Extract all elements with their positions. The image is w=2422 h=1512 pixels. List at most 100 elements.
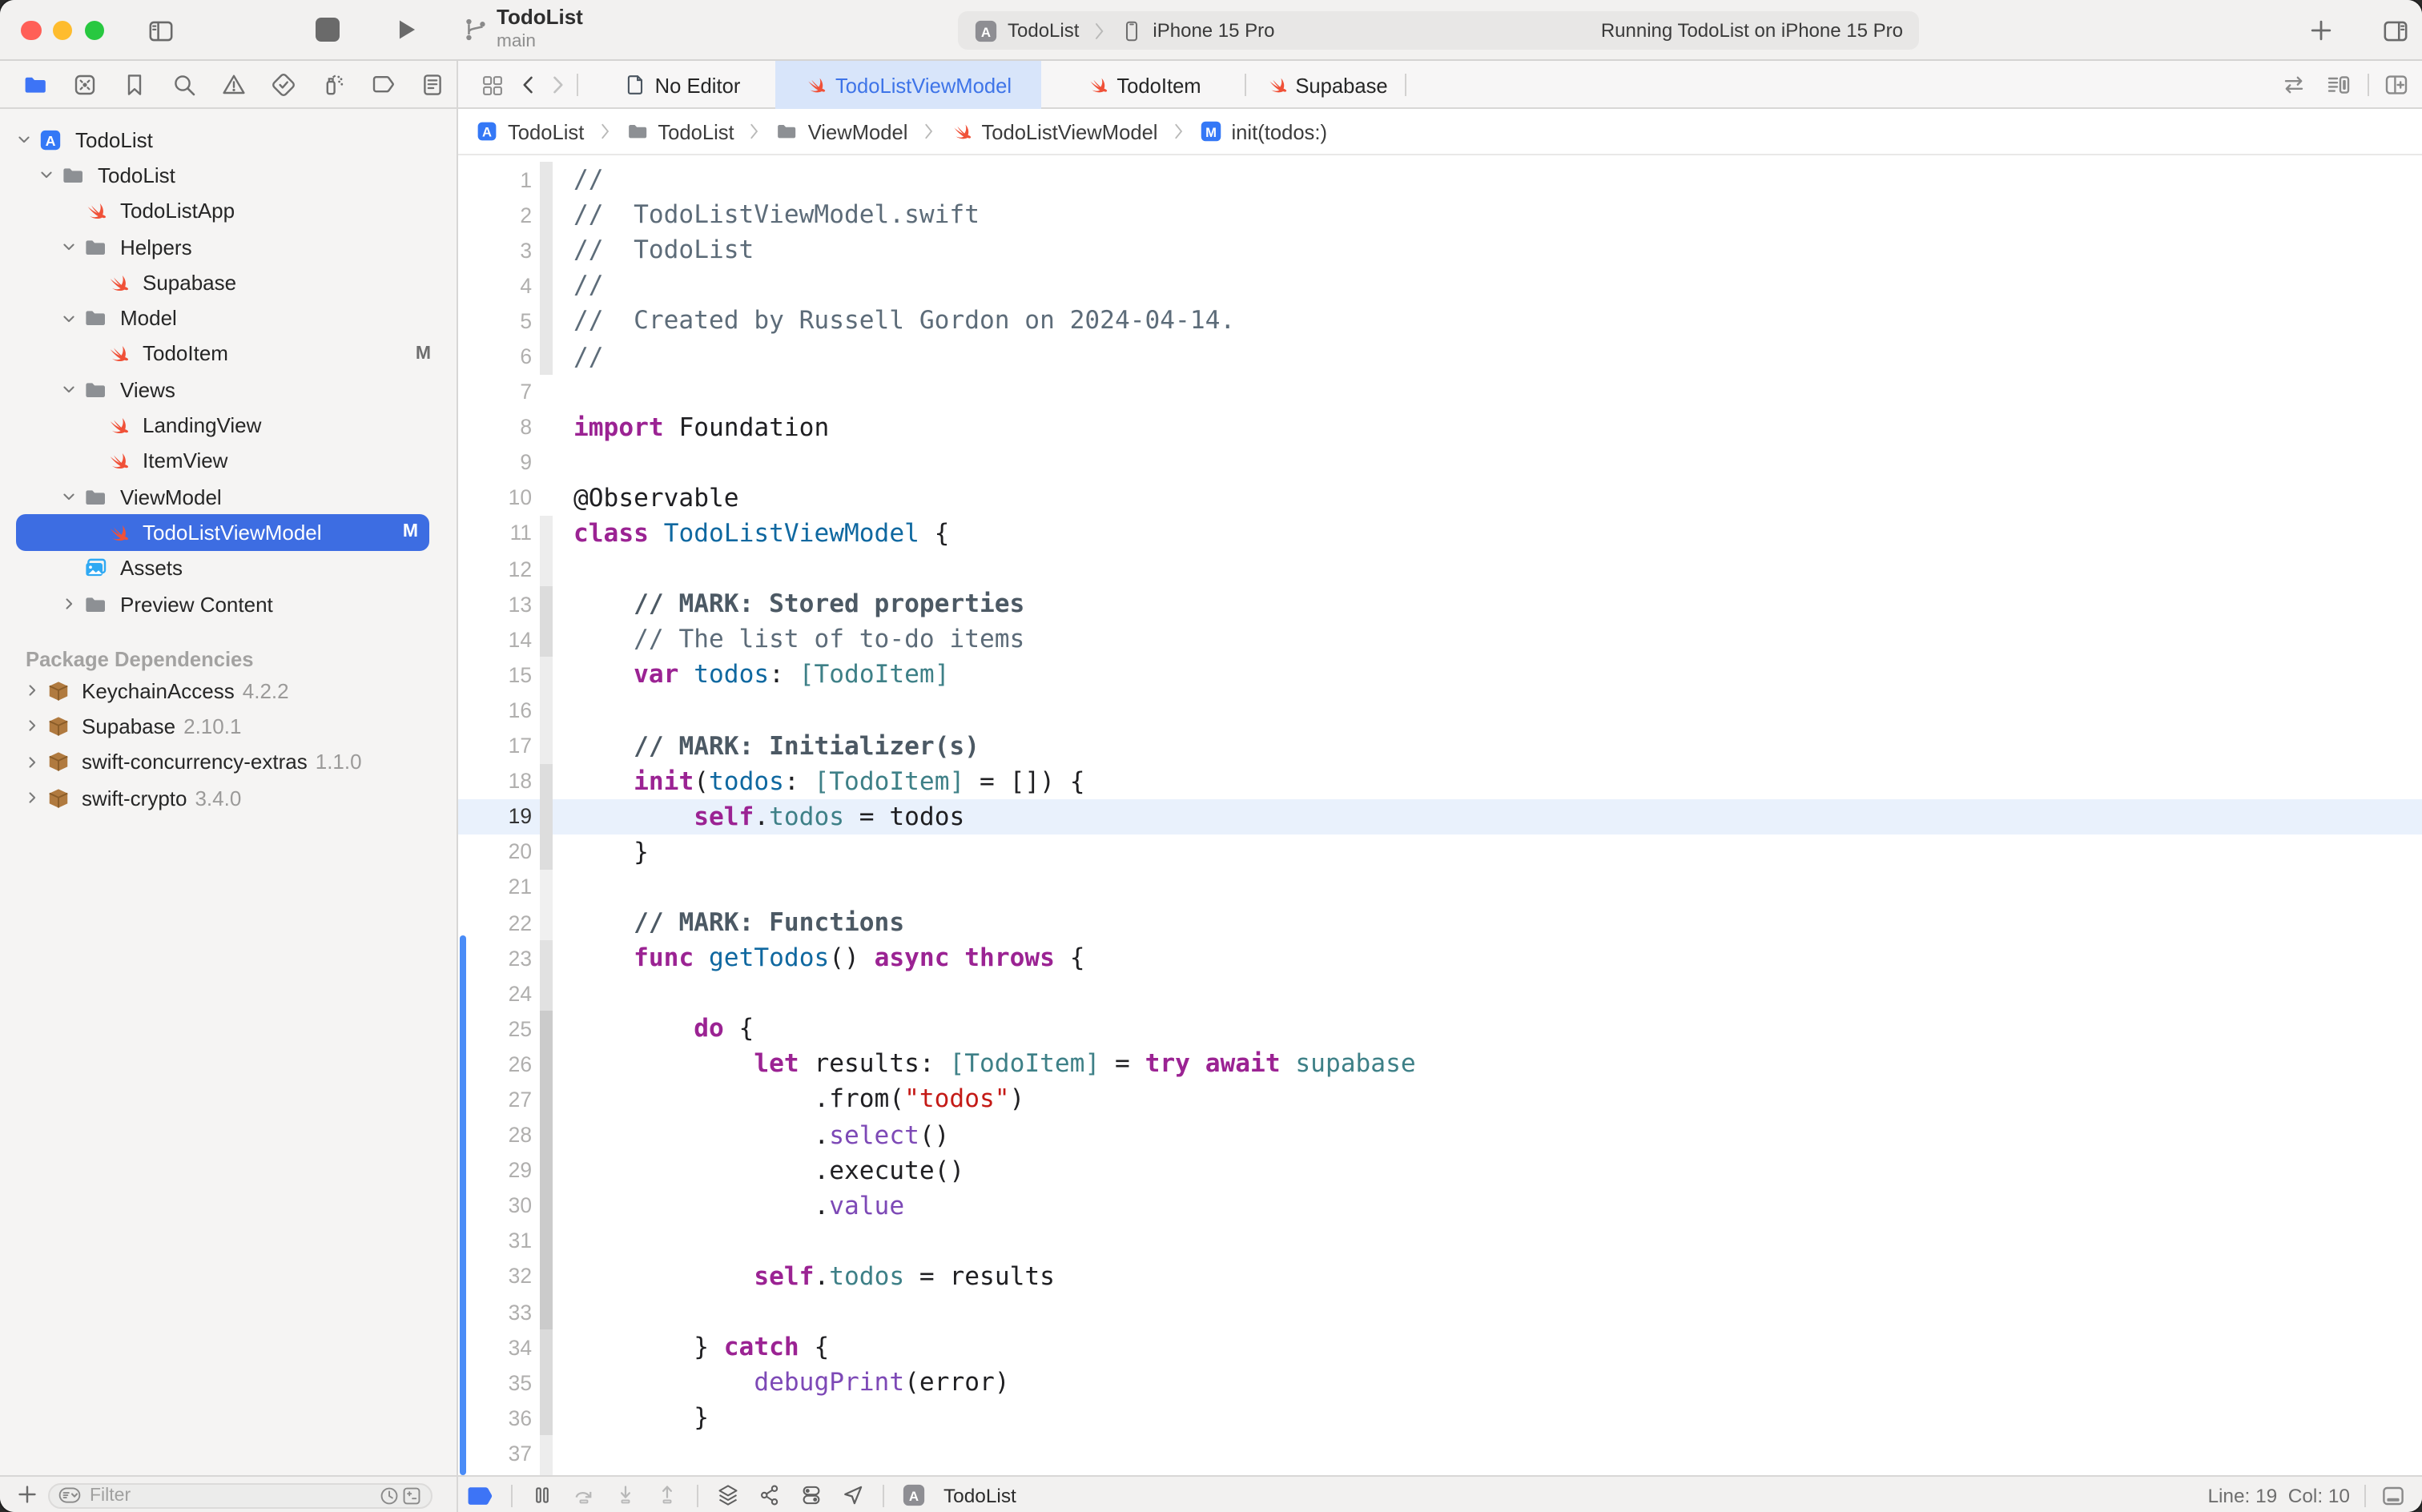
code-line-1[interactable]: 1// xyxy=(458,162,2422,198)
code-line-27[interactable]: 27 .from("todos") xyxy=(458,1081,2422,1118)
fold-ribbon[interactable] xyxy=(540,1223,553,1259)
line-number[interactable]: 21 xyxy=(458,875,532,899)
activity-status-bar[interactable]: A TodoList iPhone 15 Pro Running TodoLis… xyxy=(958,11,1919,50)
code-line-8[interactable]: 8 import Foundation xyxy=(458,409,2422,444)
fold-ribbon[interactable] xyxy=(540,551,553,587)
code-line-19[interactable]: 19 self.todos = todos xyxy=(458,798,2422,834)
code-line-16[interactable]: 16 xyxy=(458,692,2422,728)
fold-ribbon[interactable] xyxy=(540,481,553,516)
code-line-3[interactable]: 3// TodoList xyxy=(458,232,2422,268)
line-number[interactable]: 20 xyxy=(458,840,532,864)
line-number[interactable]: 30 xyxy=(458,1194,532,1218)
code-line-31[interactable]: 31 xyxy=(458,1223,2422,1259)
fold-ribbon[interactable] xyxy=(540,409,553,444)
fold-ribbon[interactable] xyxy=(540,303,553,339)
sidebar-split-divider[interactable] xyxy=(457,61,458,1512)
package-item-keychainaccess[interactable]: KeychainAccess 4.2.2 xyxy=(0,673,457,709)
fold-ribbon[interactable] xyxy=(540,940,553,976)
scheme-name[interactable]: TodoList xyxy=(1008,19,1079,42)
fold-ribbon[interactable] xyxy=(540,1365,553,1401)
disclosure-closed-icon[interactable] xyxy=(21,790,43,806)
breadcrumb-item[interactable]: Minit(todos:) xyxy=(1200,119,1327,143)
code-line-10[interactable]: 10 @Observable xyxy=(458,481,2422,516)
navigator-filter-field[interactable] xyxy=(48,1482,432,1508)
filter-input[interactable] xyxy=(82,1486,378,1505)
step-into-button[interactable] xyxy=(614,1483,638,1507)
code-line-25[interactable]: 25 do { xyxy=(458,1011,2422,1047)
file-tree-item-viewmodel[interactable]: ViewModel xyxy=(0,479,457,515)
line-number[interactable]: 7 xyxy=(458,380,532,404)
line-number[interactable]: 5 xyxy=(458,309,532,333)
toggle-debug-area-button[interactable] xyxy=(2380,1482,2406,1508)
memory-graph-button[interactable] xyxy=(758,1483,782,1507)
file-tree-item-supabase[interactable]: Supabase xyxy=(0,264,457,300)
disclosure-closed-icon[interactable] xyxy=(21,718,43,734)
add-file-button[interactable] xyxy=(16,1483,38,1506)
disclosure-closed-icon[interactable] xyxy=(21,682,43,698)
line-number[interactable]: 8 xyxy=(458,415,532,439)
fold-ribbon[interactable] xyxy=(540,621,553,657)
toggle-left-sidebar-button[interactable] xyxy=(147,18,175,45)
fold-ribbon[interactable] xyxy=(540,515,553,552)
line-number[interactable]: 22 xyxy=(458,911,532,935)
filter-options-icon[interactable] xyxy=(58,1483,82,1507)
code-line-34[interactable]: 34 } catch { xyxy=(458,1329,2422,1365)
line-number[interactable]: 13 xyxy=(458,592,532,616)
line-number[interactable]: 35 xyxy=(458,1370,532,1394)
simulate-location-button[interactable] xyxy=(841,1483,865,1507)
fold-ribbon[interactable] xyxy=(540,1188,553,1224)
line-number[interactable]: 26 xyxy=(458,1052,532,1076)
fold-ribbon[interactable] xyxy=(540,728,553,764)
file-tree-item-todoitem[interactable]: TodoItem M xyxy=(0,336,457,372)
code-line-14[interactable]: 14 // The list of to-do items xyxy=(458,621,2422,657)
package-item-supabase[interactable]: Supabase 2.10.1 xyxy=(0,709,457,745)
fold-ribbon[interactable] xyxy=(540,904,553,941)
forward-button[interactable] xyxy=(546,61,569,109)
bookmark-navigator-button[interactable] xyxy=(111,65,160,103)
fold-ribbon[interactable] xyxy=(540,267,553,304)
step-over-button[interactable] xyxy=(572,1483,596,1507)
fold-ribbon[interactable] xyxy=(540,338,553,375)
code-line-12[interactable]: 12 xyxy=(458,551,2422,587)
file-tree-item-todolist[interactable]: TodoList xyxy=(0,158,457,194)
package-item-swift-crypto[interactable]: swift-crypto 3.4.0 xyxy=(0,780,457,816)
line-number[interactable]: 25 xyxy=(458,1017,532,1041)
fold-ribbon[interactable] xyxy=(540,798,553,834)
line-indicator[interactable]: Line: 19 xyxy=(2207,1484,2277,1506)
line-number[interactable]: 16 xyxy=(458,698,532,722)
editor-tab-no-editor[interactable]: No Editor xyxy=(589,61,775,109)
fold-ribbon[interactable] xyxy=(540,1258,553,1294)
test-navigator-button[interactable] xyxy=(259,65,308,103)
code-line-18[interactable]: 18 init(todos: [TodoItem] = []) { xyxy=(458,763,2422,799)
code-line-11[interactable]: 11 class TodoListViewModel { xyxy=(458,515,2422,552)
code-line-30[interactable]: 30 .value xyxy=(458,1188,2422,1224)
disclosure-open-icon[interactable] xyxy=(58,239,80,255)
disclosure-open-icon[interactable] xyxy=(13,131,35,147)
fold-ribbon[interactable] xyxy=(540,162,553,198)
code-line-33[interactable]: 33 xyxy=(458,1294,2422,1330)
fold-ribbon[interactable] xyxy=(540,975,553,1011)
disclosure-open-icon[interactable] xyxy=(58,489,80,505)
disclosure-open-icon[interactable] xyxy=(35,167,58,183)
toggle-right-inspector-button[interactable] xyxy=(2382,18,2409,45)
fold-ribbon[interactable] xyxy=(540,1046,553,1082)
file-tree-item-views[interactable]: Views xyxy=(0,372,457,408)
fold-ribbon[interactable] xyxy=(540,1435,553,1471)
line-number[interactable]: 28 xyxy=(458,1123,532,1147)
debug-navigator-button[interactable] xyxy=(308,65,358,103)
line-number[interactable]: 6 xyxy=(458,344,532,368)
minimap-button[interactable] xyxy=(2319,61,2358,109)
add-editor-button[interactable] xyxy=(2379,61,2414,109)
fold-ribbon[interactable] xyxy=(540,1117,553,1153)
stop-button[interactable] xyxy=(316,18,340,42)
code-line-37[interactable]: 37 xyxy=(458,1435,2422,1471)
code-line-9[interactable]: 9 xyxy=(458,445,2422,481)
line-number[interactable]: 31 xyxy=(458,1229,532,1253)
step-out-button[interactable] xyxy=(655,1483,679,1507)
code-line-17[interactable]: 17 // MARK: Initializer(s) xyxy=(458,728,2422,764)
disclosure-open-icon[interactable] xyxy=(58,381,80,397)
run-destination[interactable]: iPhone 15 Pro xyxy=(1153,19,1274,42)
file-tree-item-todolist[interactable]: A TodoList xyxy=(0,122,457,158)
file-tree-item-preview-content[interactable]: Preview Content xyxy=(0,586,457,622)
source-editor[interactable]: 1//2// TodoListViewModel.swift 3// TodoLi… xyxy=(458,155,2422,1475)
